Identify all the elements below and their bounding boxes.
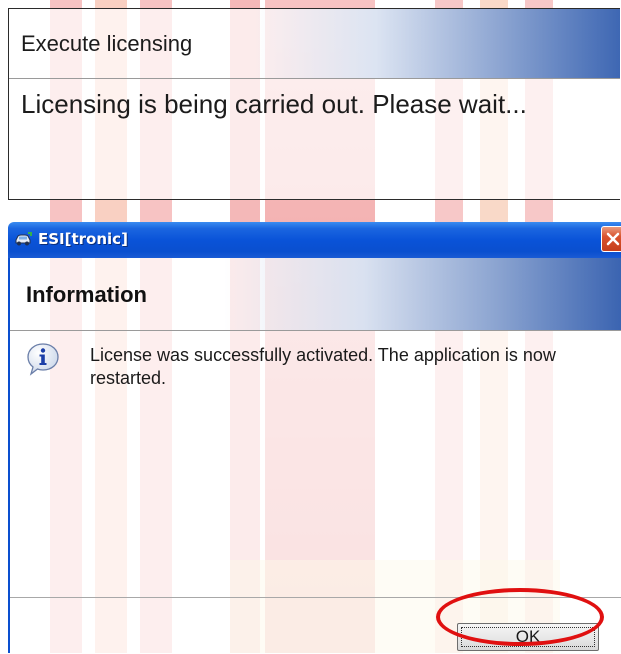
information-heading: Information [26,282,147,307]
information-header: Information [10,258,621,331]
dialog-titlebar[interactable]: ESI[tronic] [8,222,621,258]
car-icon [15,232,32,246]
close-button[interactable] [601,226,621,252]
execute-licensing-header: Execute licensing [9,9,620,79]
execute-licensing-panel: Execute licensing Licensing is being car… [8,8,620,200]
dialog-message: License was successfully activated. The … [90,345,556,388]
execute-licensing-title: Execute licensing [21,31,193,56]
info-icon [27,343,59,376]
close-icon [606,232,620,246]
ok-button-highlight-ellipse [436,588,604,646]
dialog-window-title: ESI[tronic] [38,230,128,248]
execute-licensing-message: Licensing is being carried out. Please w… [21,89,527,119]
